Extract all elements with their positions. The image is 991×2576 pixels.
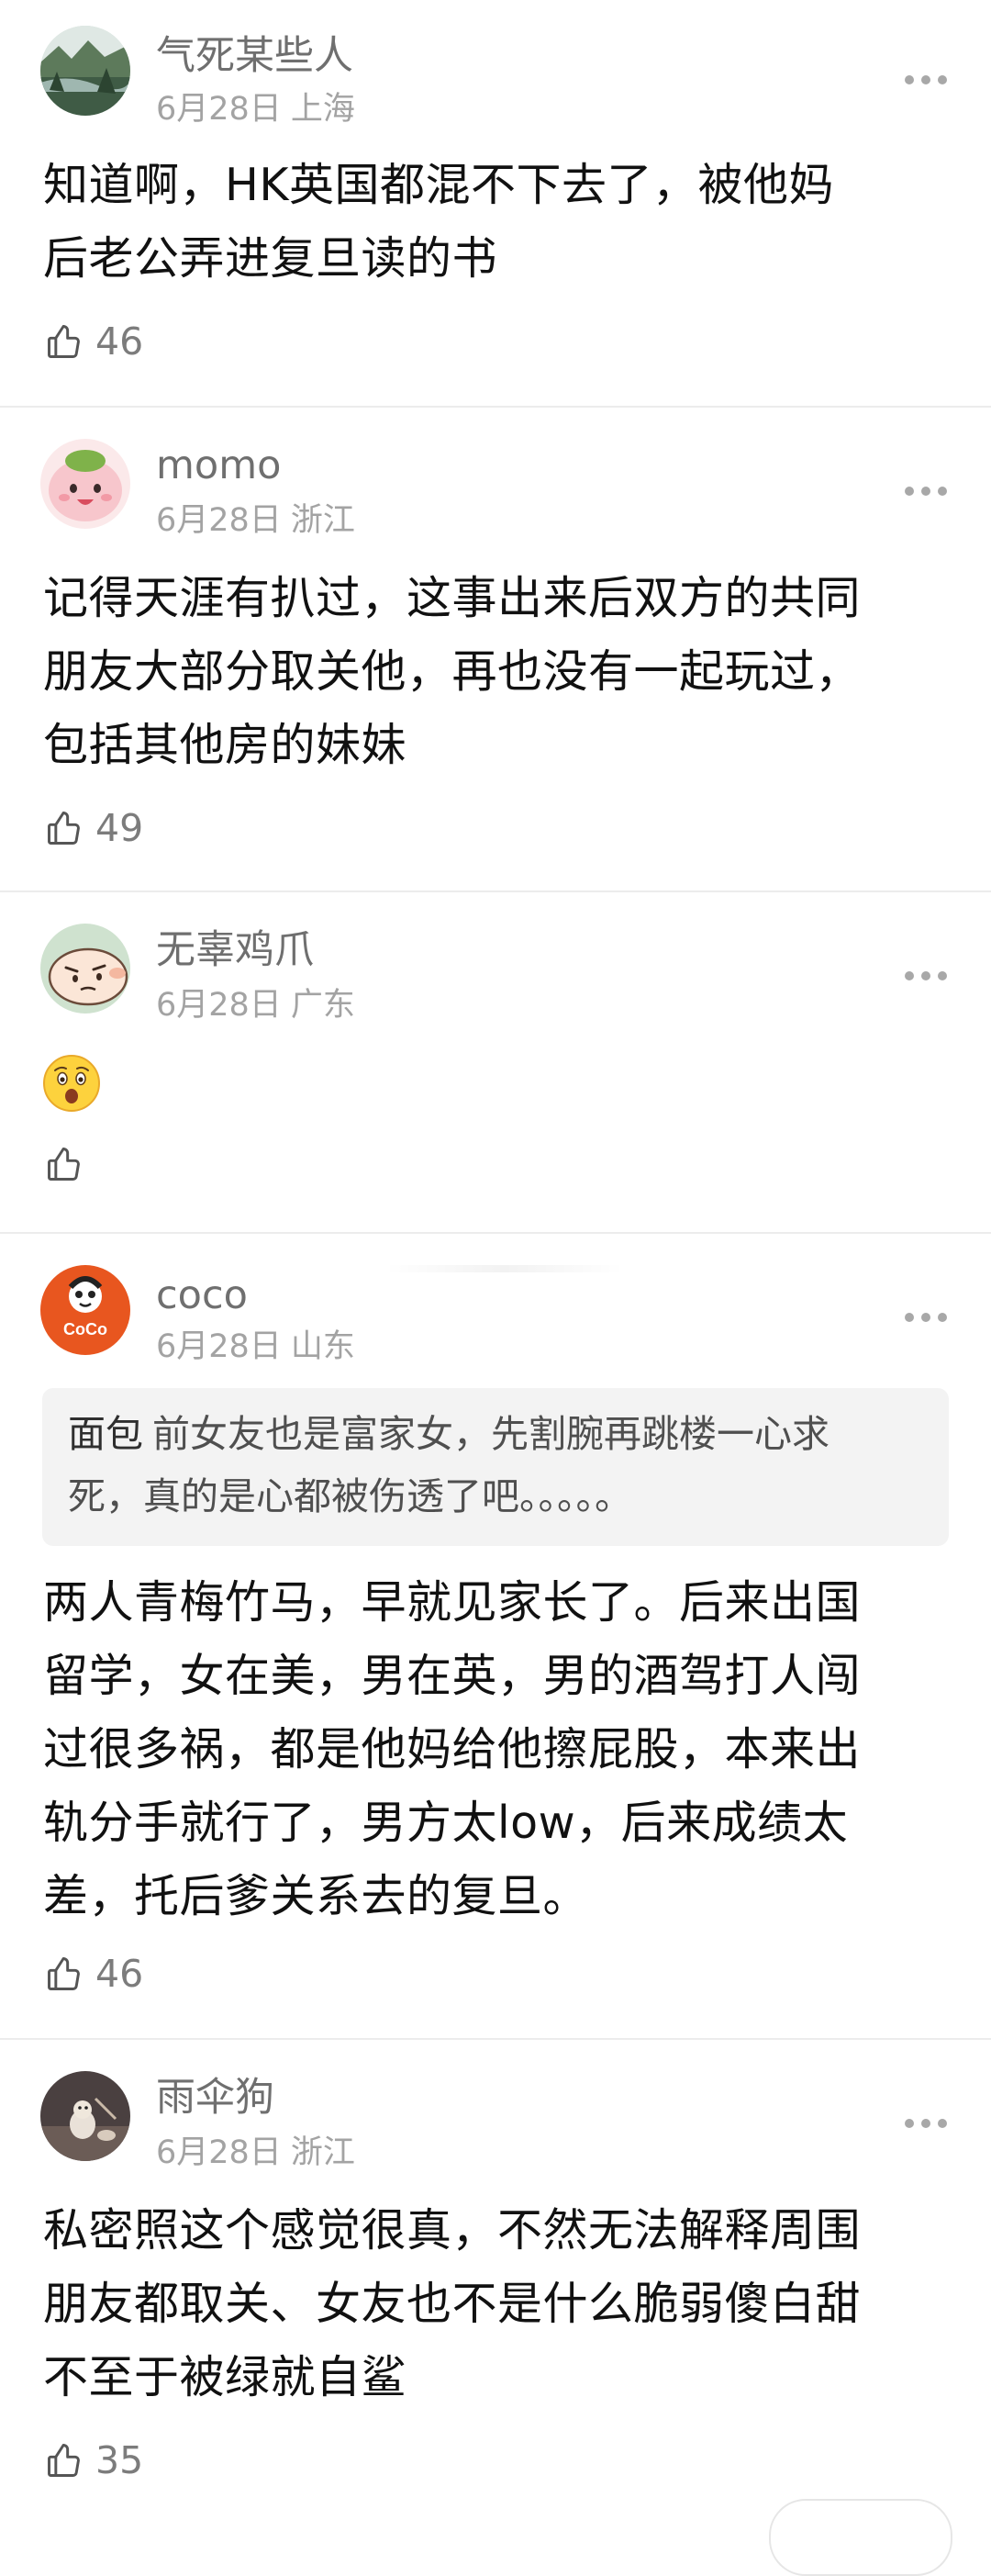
username[interactable]: 雨伞狗 [156, 2075, 274, 2121]
comment-meta: 6月28日 山东 [156, 1327, 355, 1366]
thumbs-up-icon [48, 2444, 80, 2477]
like-button[interactable] [44, 1144, 95, 1184]
comment-item: 无辜鸡爪 6月28日 广东 [0, 890, 991, 1234]
more-dots-icon[interactable] [905, 2116, 947, 2131]
comment-meta: 6月28日 浙江 [156, 2134, 355, 2172]
more-dots-icon[interactable] [905, 1310, 947, 1325]
comment-item: 雨伞狗 6月28日 浙江 私密照这个感觉很真，不然无法解释周围 朋友都取关、女友也… [0, 2038, 991, 2529]
comment-location: 浙江 [290, 2134, 355, 2171]
like-count: 46 [95, 319, 144, 364]
more-dots-icon[interactable] [905, 969, 947, 983]
coco-logo-avatar-image: CoCo [40, 1265, 130, 1355]
comment-text: 记得天涯有扒过，这事出来后双方的共同 朋友大部分取关他，再也没有一起玩过， 包括… [43, 572, 862, 771]
like-button[interactable]: 46 [44, 1954, 143, 1994]
comment-meta: 6月28日 广东 [156, 986, 355, 1025]
floating-pill-button[interactable] [769, 2499, 952, 2576]
comment-item: momo 6月28日 浙江 记得天涯有扒过，这事出来后双方的共同 朋友大部分取关他… [0, 406, 991, 892]
quoted-reply-author: 面包 [68, 1412, 143, 1456]
comment-location: 广东 [290, 987, 355, 1024]
like-count: 35 [95, 2438, 144, 2482]
username[interactable]: 无辜鸡爪 [156, 927, 314, 973]
thumbs-up-icon [48, 1148, 80, 1181]
avatar[interactable]: CoCo [40, 1265, 130, 1355]
astonished-face-icon [43, 1055, 100, 1112]
username[interactable]: momo [156, 442, 281, 488]
cartoon-face-avatar-image [40, 924, 130, 1014]
comment-date: 6月28日 [156, 987, 282, 1024]
like-count: 46 [95, 1952, 144, 1996]
comment-date: 6月28日 [156, 91, 282, 128]
comment-item: CoCo coco 6月28日 山东 面包 前女友也是富家女，先割腕再跳楼一心求 死… [0, 1232, 991, 2040]
thumbs-up-icon [48, 812, 80, 845]
comment-date: 6月28日 [156, 502, 282, 539]
username[interactable]: coco [156, 1272, 248, 1318]
comment-text: 知道啊，HK英国都混不下去了，被他妈 后老公弄进复旦读的书 [43, 159, 834, 285]
comment-date: 6月28日 [156, 1328, 282, 1365]
dog-photo-avatar-image [40, 2071, 130, 2161]
more-dots-icon[interactable] [905, 73, 947, 87]
svg-text:CoCo: CoCo [63, 1320, 107, 1338]
avatar[interactable] [40, 2071, 130, 2161]
thumbs-up-icon [48, 1957, 80, 1990]
username[interactable]: 气死某些人 [156, 33, 353, 79]
quoted-reply-body: 前女友也是富家女，先割腕再跳楼一心求 死，真的是心都被伤透了吧。。。。。 [68, 1412, 830, 1518]
landscape-avatar-image [40, 26, 130, 116]
like-count: 49 [95, 806, 144, 850]
comment-item: 气死某些人 6月28日 上海 知道啊，HK英国都混不下去了，被他妈 后老公弄进复旦… [0, 0, 991, 408]
avatar[interactable] [40, 26, 130, 116]
comment-meta: 6月28日 浙江 [156, 501, 355, 540]
pink-character-avatar-image [40, 439, 130, 529]
thumbs-up-icon [48, 325, 80, 358]
like-button[interactable]: 35 [44, 2440, 143, 2481]
like-button[interactable]: 46 [44, 321, 143, 362]
more-dots-icon[interactable] [905, 484, 947, 498]
comment-meta: 6月28日 上海 [156, 90, 355, 129]
avatar[interactable] [40, 439, 130, 529]
like-button[interactable]: 49 [44, 808, 143, 848]
comment-location: 山东 [290, 1328, 355, 1365]
comment-text: 两人青梅竹马，早就见家长了。后来出国 留学，女在美，男在英，男的酒驾打人闯 过很… [43, 1576, 862, 1922]
avatar[interactable] [40, 924, 130, 1014]
comment-location: 浙江 [290, 502, 355, 539]
quoted-reply-text: 面包 前女友也是富家女，先割腕再跳楼一心求 死，真的是心都被伤透了吧。。。。。 [68, 1403, 930, 1528]
comment-text: 私密照这个感觉很真，不然无法解释周围 朋友都取关、女友也不是什么脆弱傻白甜 不至… [43, 2204, 862, 2403]
quoted-reply[interactable]: 面包 前女友也是富家女，先割腕再跳楼一心求 死，真的是心都被伤透了吧。。。。。 [42, 1388, 949, 1546]
comment-date: 6月28日 [156, 2134, 282, 2171]
comment-location: 上海 [290, 91, 355, 128]
